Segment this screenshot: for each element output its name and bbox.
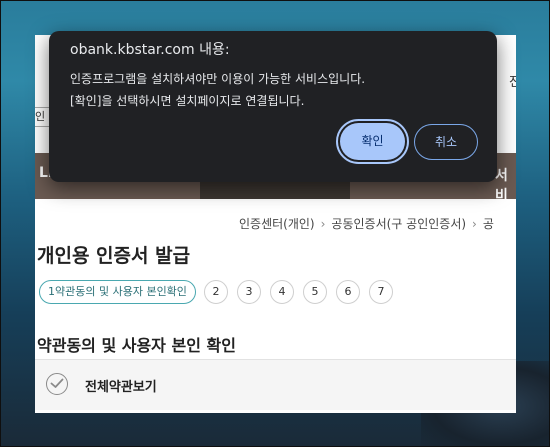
step-3: 3: [236, 280, 261, 304]
cancel-button[interactable]: 취소: [414, 124, 478, 160]
dialog-message-line1: 인증프로그램을 설치하셔야만 이용이 가능한 서비스입니다.: [70, 72, 366, 86]
agree-all-label[interactable]: 전체약관보기: [85, 376, 157, 395]
breadcrumb-separator: ›: [472, 217, 477, 231]
page-title: 개인용 인증서 발급: [37, 245, 191, 267]
breadcrumb-separator: ›: [320, 217, 326, 231]
breadcrumb: 인증센터(개인) › 공동인증서(구 공인인증서) › 공: [239, 215, 494, 232]
breadcrumb-item[interactable]: 공동인증서(구 공인인증서): [331, 217, 466, 231]
breadcrumb-item[interactable]: 인증센터(개인): [239, 217, 315, 231]
section-title: 약관동의 및 사용자 본인 확인: [37, 336, 236, 355]
step-4: 4: [269, 280, 294, 304]
agree-all-row[interactable]: 전체약관보기: [35, 359, 516, 410]
breadcrumb-item[interactable]: 공: [483, 217, 494, 231]
banner-right-text[interactable]: 서비: [495, 165, 516, 205]
step-6: 6: [335, 280, 360, 304]
dialog-message-line2: [확인]을 선택하시면 설치페이지로 연결됩니다.: [70, 94, 305, 108]
ok-button[interactable]: 확인: [336, 119, 409, 164]
header-edge-text[interactable]: 전: [509, 71, 516, 90]
screenshot-frame: 전 인 Li 서비 인증센터(개인)›공동인증서(구 공인인증서)›공 개인용 …: [0, 0, 550, 447]
step-7: 7: [368, 280, 393, 304]
browser-alert-dialog: obank.kbstar.com 내용: 인증프로그램을 설치하셔야만 이용이 …: [49, 31, 497, 182]
step-2: 2: [203, 280, 228, 304]
step-current: 1약관동의 및 사용자 본인확인: [39, 280, 196, 304]
step-5: 5: [302, 280, 327, 304]
dialog-title: obank.kbstar.com 내용:: [70, 42, 230, 58]
check-circle-icon[interactable]: [46, 373, 68, 395]
step-indicator: 1약관동의 및 사용자 본인확인 2 3 4 5 6 7: [39, 280, 402, 304]
